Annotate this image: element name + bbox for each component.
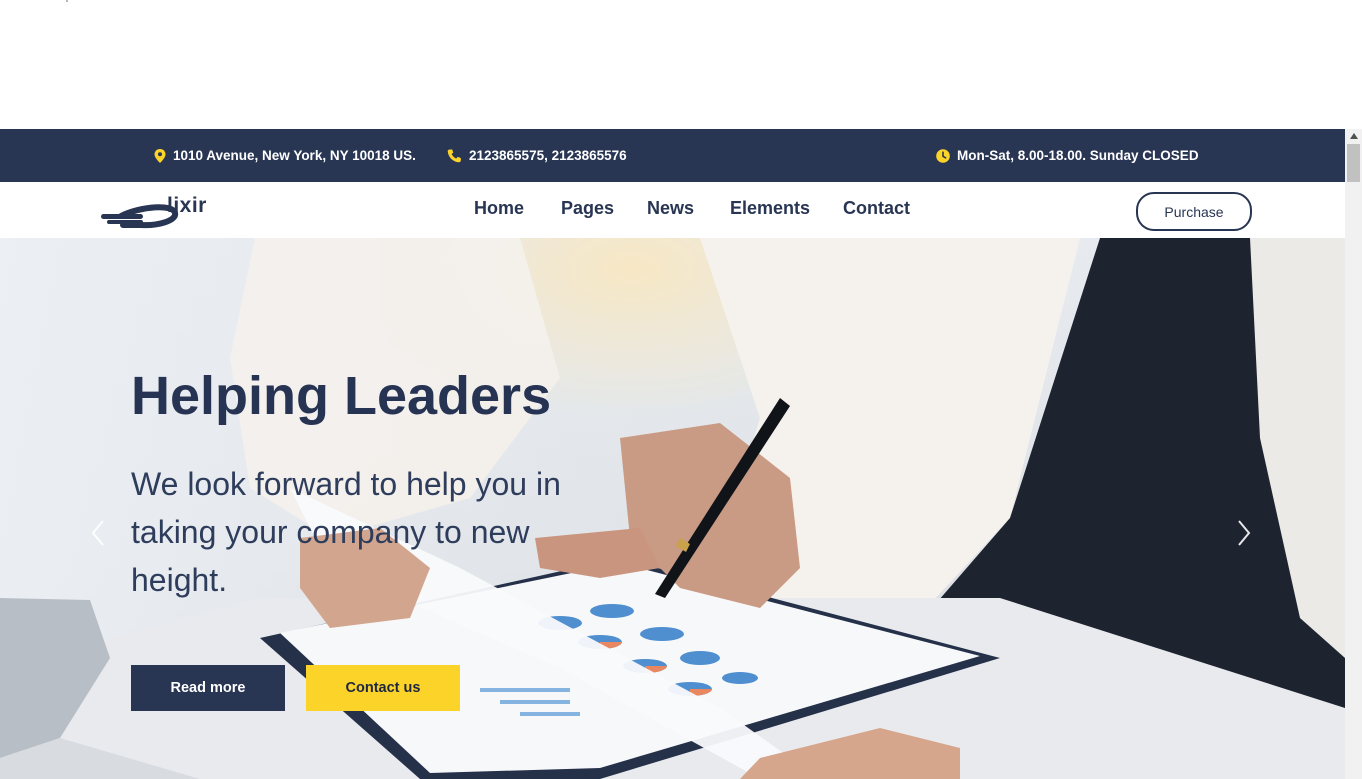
phone-text: 2123865575, 2123865576 bbox=[469, 148, 627, 163]
scroll-up-button[interactable] bbox=[1345, 129, 1362, 143]
top-info-bar: 1010 Avenue, New York, NY 10018 US. 2123… bbox=[0, 129, 1345, 182]
contact-us-button[interactable]: Contact us bbox=[306, 665, 460, 711]
triangle-up-icon bbox=[1349, 133, 1358, 139]
hours-info: Mon-Sat, 8.00-18.00. Sunday CLOSED bbox=[936, 129, 1199, 182]
phone-info: 2123865575, 2123865576 bbox=[447, 129, 627, 182]
purchase-button[interactable]: Purchase bbox=[1136, 192, 1252, 231]
chevron-left-icon bbox=[91, 520, 104, 546]
nav-item-elements[interactable]: Elements bbox=[730, 198, 810, 219]
chevron-right-icon bbox=[1238, 520, 1251, 546]
read-more-button[interactable]: Read more bbox=[131, 665, 285, 711]
hero-slider: Helping Leaders We look forward to help … bbox=[0, 238, 1345, 779]
hero-title: Helping Leaders bbox=[131, 366, 552, 426]
nav-item-news[interactable]: News bbox=[647, 198, 694, 219]
address-text: 1010 Avenue, New York, NY 10018 US. bbox=[173, 148, 416, 163]
main-navbar: lixir Home Pages News Elements Contact P… bbox=[0, 182, 1345, 238]
address-info: 1010 Avenue, New York, NY 10018 US. bbox=[154, 129, 416, 182]
nav-item-pages[interactable]: Pages bbox=[561, 198, 614, 219]
hours-text: Mon-Sat, 8.00-18.00. Sunday CLOSED bbox=[957, 148, 1199, 163]
stray-dot bbox=[66, 0, 68, 2]
slider-next-arrow[interactable] bbox=[1234, 518, 1254, 548]
page-viewport: 1010 Avenue, New York, NY 10018 US. 2123… bbox=[0, 129, 1345, 779]
map-pin-icon bbox=[154, 148, 166, 163]
hero-subtitle: We look forward to help you in taking yo… bbox=[131, 466, 561, 598]
scrollbar-thumb[interactable] bbox=[1347, 144, 1360, 182]
phone-icon bbox=[447, 149, 461, 162]
nav-item-contact[interactable]: Contact bbox=[843, 198, 910, 219]
nav-item-home[interactable]: Home bbox=[474, 198, 524, 219]
clock-icon bbox=[936, 148, 950, 163]
vertical-scrollbar[interactable] bbox=[1345, 129, 1362, 779]
slider-prev-arrow[interactable] bbox=[88, 518, 108, 548]
